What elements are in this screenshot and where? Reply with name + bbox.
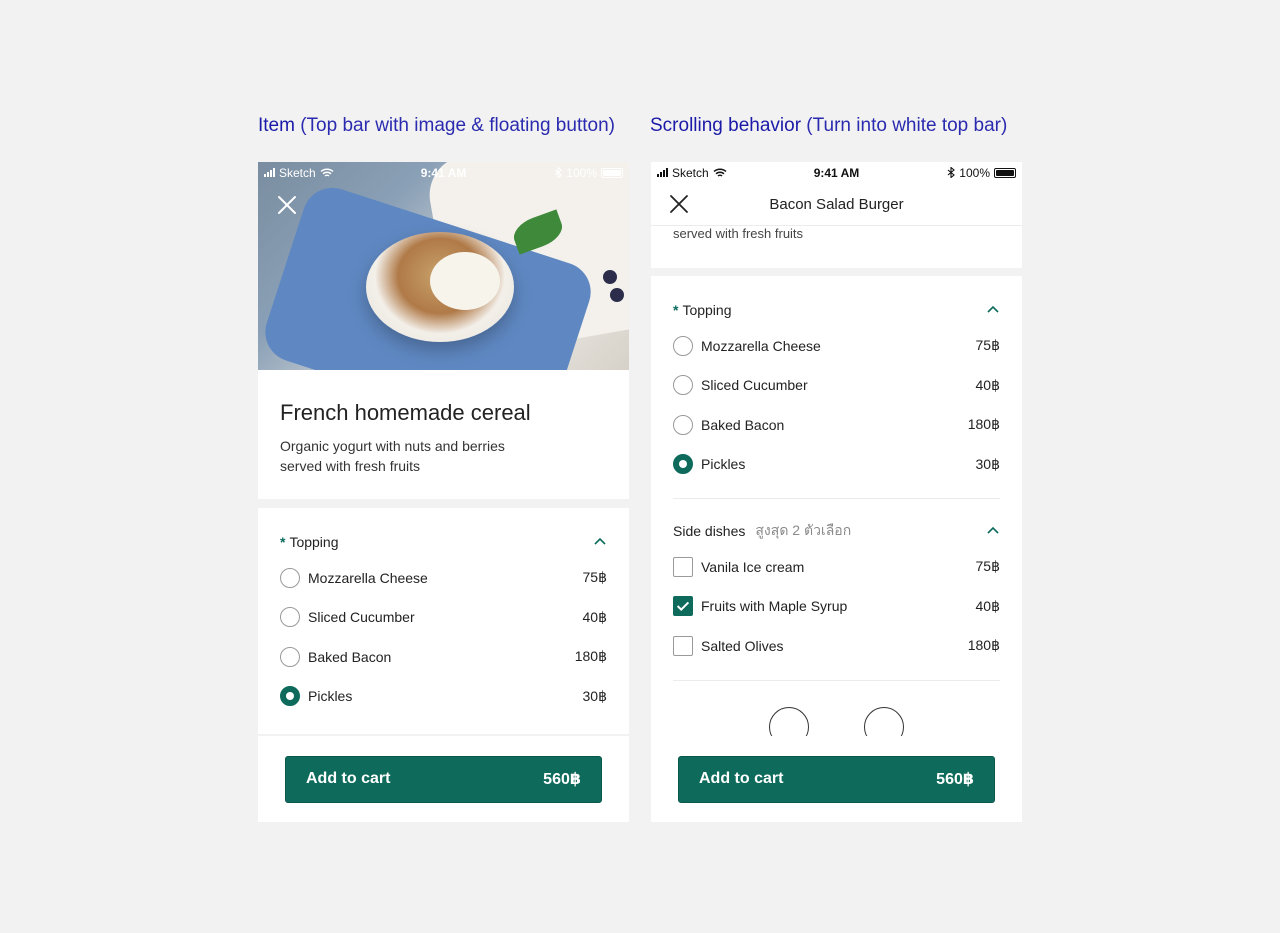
radio-button[interactable] (673, 335, 693, 356)
radio-button-selected[interactable] (673, 454, 693, 475)
item-hero-image (258, 162, 629, 370)
cart-total: 560฿ (936, 771, 974, 788)
side-dishes-subtitle: สูงสุด 2 ตัวเลือก (755, 522, 852, 538)
divider (673, 679, 1000, 681)
topping-title: Topping (682, 302, 732, 318)
checkbox[interactable] (673, 635, 693, 656)
side-dish-option[interactable]: Vanila Ice cream 75฿ (673, 547, 1000, 587)
option-price: 75฿ (582, 569, 607, 586)
radio-button-selected[interactable] (280, 686, 300, 707)
chevron-up-icon[interactable] (986, 303, 1000, 317)
radio-button[interactable] (280, 567, 300, 588)
status-bar: Sketch 9:41 AM 100% (258, 162, 629, 183)
bottom-bar: Add to cart 560฿ (258, 736, 629, 822)
topping-option[interactable]: Sliced Cucumber 40฿ (673, 366, 1000, 406)
option-label: Mozzarella Cheese (308, 569, 428, 586)
carrier-label: Sketch (672, 165, 709, 180)
item-description: Organic yogurt with nuts and berries ser… (280, 438, 505, 474)
item-screen: Sketch 9:41 AM 100% French homemade cere… (258, 162, 629, 822)
add-to-cart-button[interactable]: Add to cart 560฿ (678, 755, 995, 803)
option-price: 40฿ (975, 597, 1000, 614)
status-bar: Sketch 9:41 AM 100% (651, 162, 1022, 183)
option-label: Mozzarella Cheese (701, 337, 821, 354)
option-label: Vanila Ice cream (701, 558, 805, 575)
option-label: Sliced Cucumber (308, 609, 415, 626)
topping-header[interactable]: * Topping (280, 530, 607, 554)
battery-icon (601, 167, 623, 178)
top-bar-title: Bacon Salad Burger (769, 196, 904, 213)
battery-icon (994, 167, 1016, 178)
status-time: 9:41 AM (813, 165, 860, 180)
radio-button[interactable] (673, 414, 693, 435)
option-price: 75฿ (975, 337, 1000, 354)
topping-title: Topping (289, 534, 339, 550)
topping-option[interactable]: Pickles 30฿ (280, 677, 607, 717)
checkbox[interactable] (673, 556, 693, 577)
chevron-up-icon[interactable] (986, 524, 1000, 538)
side-dishes-title: Side dishes (673, 523, 746, 539)
topping-option[interactable]: Mozzarella Cheese 75฿ (673, 326, 1000, 366)
add-to-cart-button[interactable]: Add to cart 560฿ (285, 755, 602, 803)
item-info-card: French homemade cereal Organic yogurt wi… (258, 370, 629, 499)
option-price: 30฿ (582, 687, 607, 704)
option-label: Pickles (701, 456, 746, 473)
bottom-bar: Add to cart 560฿ (651, 736, 1022, 822)
add-to-cart-label: Add to cart (306, 770, 391, 787)
option-price: 180฿ (967, 416, 1000, 433)
option-price: 75฿ (975, 558, 1000, 575)
close-icon[interactable] (276, 194, 298, 216)
required-mark: * (280, 534, 286, 550)
cart-total: 560฿ (543, 771, 581, 788)
bluetooth-icon (554, 167, 563, 178)
topping-option[interactable]: Sliced Cucumber 40฿ (280, 598, 607, 638)
radio-button[interactable] (673, 375, 693, 396)
carrier-label: Sketch (279, 165, 316, 180)
signal-icon (657, 168, 668, 177)
signal-icon (264, 168, 275, 177)
topping-section: * Topping Mozzarella Cheese 75฿ Sliced C… (258, 508, 629, 734)
bluetooth-icon (947, 167, 956, 178)
right-caption-bold: Scrolling behavior (650, 115, 802, 136)
topping-option[interactable]: Baked Bacon 180฿ (673, 405, 1000, 445)
checkbox-checked[interactable] (673, 596, 693, 617)
option-label: Sliced Cucumber (701, 377, 808, 394)
radio-button[interactable] (280, 646, 300, 667)
option-label: Pickles (308, 688, 353, 705)
left-caption: Item (Top bar with image & floating butt… (258, 115, 615, 137)
option-price: 180฿ (574, 648, 607, 665)
radio-button[interactable] (280, 607, 300, 628)
side-dish-option[interactable]: Fruits with Maple Syrup 40฿ (673, 587, 1000, 627)
option-price: 40฿ (582, 608, 607, 625)
options-section: * Topping Mozzarella Cheese 75฿ Sliced C… (651, 276, 1022, 747)
option-label: Baked Bacon (701, 416, 785, 433)
topping-header[interactable]: * Topping (673, 298, 1000, 322)
check-icon (676, 601, 690, 612)
left-caption-bold: Item (258, 115, 295, 136)
battery-label: 100% (959, 165, 990, 180)
battery-label: 100% (566, 165, 597, 180)
option-price: 180฿ (967, 637, 1000, 654)
side-dishes-header[interactable]: Side dishes สูงสุด 2 ตัวเลือก (673, 519, 1000, 543)
add-to-cart-label: Add to cart (699, 770, 784, 787)
right-caption: Scrolling behavior (Turn into white top … (650, 115, 1007, 137)
status-time: 9:41 AM (420, 165, 467, 180)
topping-option[interactable]: Mozzarella Cheese 75฿ (280, 558, 607, 598)
option-label: Fruits with Maple Syrup (701, 598, 848, 615)
wifi-icon (713, 167, 727, 177)
required-mark: * (673, 302, 679, 318)
item-title: French homemade cereal (280, 400, 531, 425)
topping-option[interactable]: Baked Bacon 180฿ (280, 637, 607, 677)
wifi-icon (320, 167, 334, 177)
topping-option[interactable]: Pickles 30฿ (673, 445, 1000, 485)
scrolled-screen: Bacon Salad Burger Sketch 9:41 AM 100% s… (651, 162, 1022, 822)
chevron-up-icon[interactable] (593, 535, 607, 549)
option-label: Salted Olives (701, 637, 784, 654)
option-label: Baked Bacon (308, 648, 392, 665)
divider (673, 498, 1000, 499)
left-caption-rest: (Top bar with image & floating button) (294, 115, 615, 136)
option-price: 40฿ (975, 376, 1000, 393)
right-caption-rest: (Turn into white top bar) (801, 115, 1008, 136)
side-dish-option[interactable]: Salted Olives 180฿ (673, 626, 1000, 666)
option-price: 30฿ (975, 455, 1000, 472)
